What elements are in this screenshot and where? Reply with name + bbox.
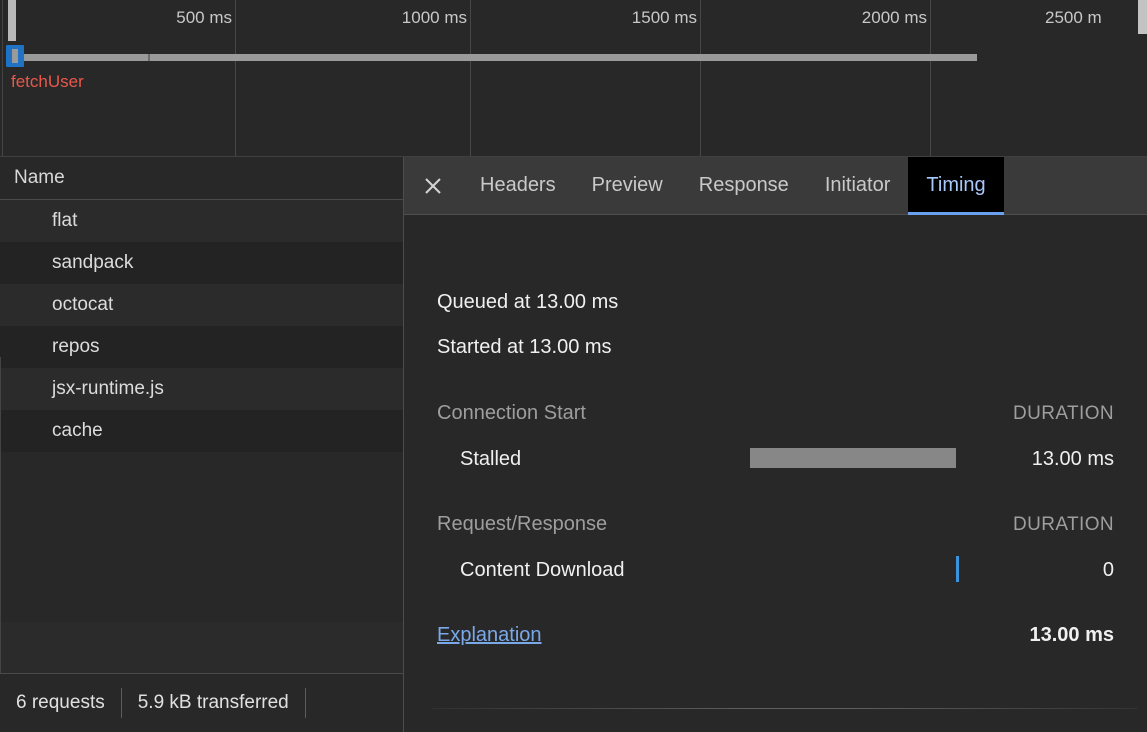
ruler-tick-label: 2000 ms — [861, 8, 927, 27]
column-header-name[interactable]: Name — [14, 167, 65, 189]
overview-scrollbar-left[interactable] — [8, 0, 16, 41]
timing-section-title-request-response: Request/Response — [437, 513, 608, 535]
table-row[interactable]: sandpack — [0, 242, 403, 284]
timing-row-value-content-download: 0 — [1102, 559, 1114, 581]
ruler-tick-label: 500 ms — [176, 8, 232, 27]
tab-timing[interactable]: Timing — [908, 157, 1004, 215]
table-row[interactable]: cache — [0, 410, 403, 452]
network-activity-bar — [22, 54, 977, 61]
ruler-gridline — [930, 0, 931, 157]
ruler-gridline — [235, 0, 236, 157]
overview-left-divider — [2, 0, 3, 157]
ruler-tick-label: 1000 ms — [401, 8, 467, 27]
timing-queued-at: Queued at 13.00 ms — [437, 291, 619, 313]
table-row[interactable]: octocat — [0, 284, 403, 326]
table-row[interactable]: repos — [0, 326, 403, 368]
status-separator — [304, 688, 306, 718]
tab-headers[interactable]: Headers — [462, 157, 574, 214]
timing-bar-stalled — [750, 448, 956, 468]
ruler-tick-label: 2500 m — [1045, 8, 1102, 27]
ruler-gridline — [700, 0, 701, 157]
timing-started-at: Started at 13.00 ms — [437, 336, 612, 358]
timing-row-label-content-download: Content Download — [460, 559, 625, 581]
network-activity-segment-marker — [148, 54, 150, 61]
details-tab-bar: Headers Preview Response Initiator Timin… — [404, 157, 1147, 215]
ruler-gridline — [470, 0, 471, 157]
close-icon[interactable] — [404, 157, 462, 214]
timing-row-label-stalled: Stalled — [460, 448, 522, 470]
overview-request-label: fetchUser — [11, 72, 84, 91]
requests-table-body: flat sandpack octocat repos jsx-runtime.… — [0, 200, 403, 452]
timing-section-divider — [432, 708, 1137, 709]
timing-section-duration-header: DURATION — [1012, 403, 1114, 424]
timing-section-duration-header: DURATION — [1012, 514, 1114, 535]
devtools-network-panel: 500 ms 1000 ms 1500 ms 2000 ms 2500 m fe… — [0, 0, 1147, 732]
network-overview-timeline[interactable]: 500 ms 1000 ms 1500 ms 2000 ms 2500 m fe… — [0, 0, 1147, 157]
overview-scrollbar-right[interactable] — [1138, 0, 1147, 34]
table-row[interactable]: flat — [0, 200, 403, 242]
ruler-tick-label: 1500 ms — [631, 8, 697, 27]
timing-row-value-stalled: 13.00 ms — [1031, 448, 1114, 470]
timeline-selection-handle[interactable] — [6, 45, 24, 67]
status-transferred-size: 5.9 kB transferred — [137, 692, 289, 713]
requests-table-header: Name — [0, 157, 403, 200]
timing-total-duration: 13.00 ms — [1029, 624, 1114, 646]
tab-preview[interactable]: Preview — [574, 157, 681, 214]
timing-bar-content-download — [956, 556, 959, 582]
requests-list-pane: Name flat sandpack octocat repos jsx-run… — [0, 157, 403, 732]
tab-initiator[interactable]: Initiator — [807, 157, 909, 214]
timing-panel: Queued at 13.00 ms Started at 13.00 ms C… — [404, 215, 1147, 732]
tab-response[interactable]: Response — [681, 157, 807, 214]
request-details-pane: Headers Preview Response Initiator Timin… — [403, 157, 1147, 732]
table-row[interactable]: jsx-runtime.js — [0, 368, 403, 410]
timing-section-title-connection-start: Connection Start — [437, 402, 586, 424]
explanation-link[interactable]: Explanation — [437, 624, 542, 647]
status-requests-count: 6 requests — [16, 692, 105, 713]
network-status-bar: 6 requests 5.9 kB transferred — [0, 673, 403, 732]
